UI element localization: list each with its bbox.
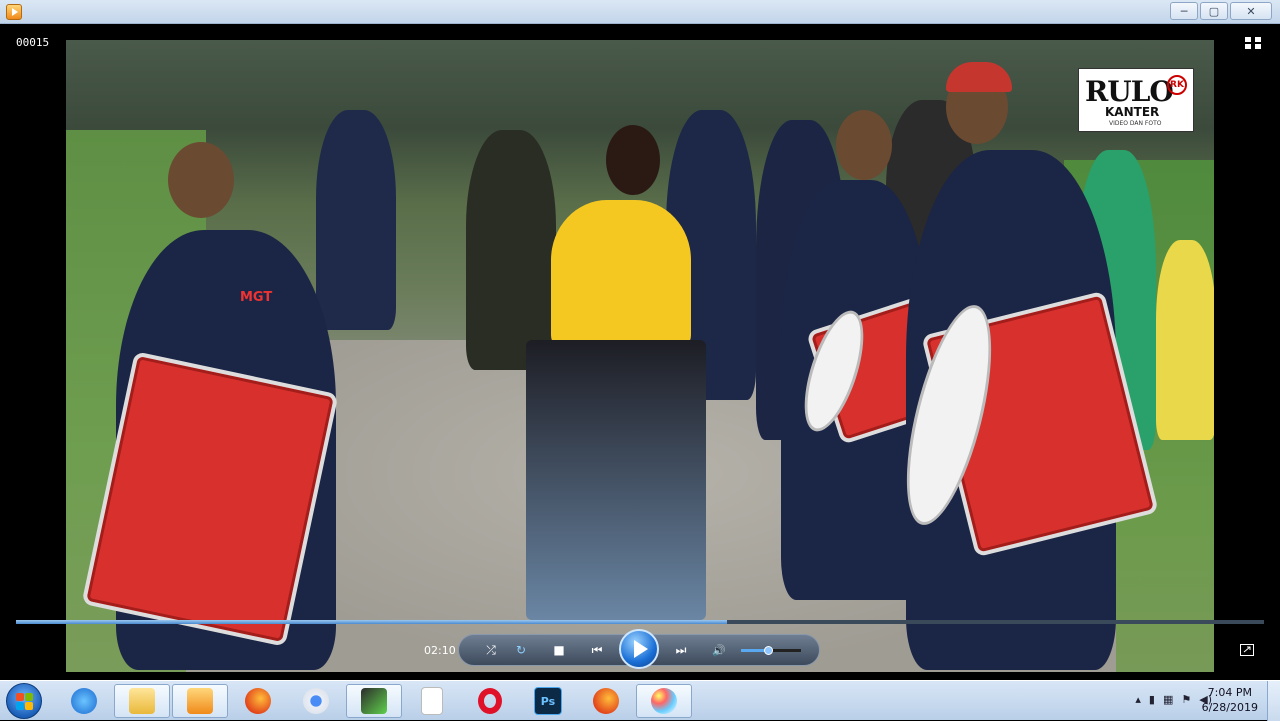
window-controls: ─ ▢ ✕ xyxy=(1170,2,1272,20)
dancer-head xyxy=(606,125,660,195)
show-desktop-button[interactable] xyxy=(1267,681,1280,721)
crowd-figure xyxy=(316,110,396,330)
paint-icon xyxy=(651,688,677,714)
document-icon xyxy=(421,687,443,715)
seek-bar-progress xyxy=(16,620,728,624)
taskbar-chrome[interactable] xyxy=(288,684,344,718)
taskbar-file-explorer[interactable] xyxy=(114,684,170,718)
shirt-logo-text: MGT xyxy=(240,290,273,305)
taskbar-clock[interactable]: 7:04 PM 6/28/2019 xyxy=(1202,685,1258,715)
red-cap xyxy=(946,62,1012,92)
taskbar-internet-explorer[interactable] xyxy=(56,684,112,718)
taskbar-firefox-2[interactable] xyxy=(578,684,634,718)
maximize-button[interactable]: ▢ xyxy=(1200,2,1228,20)
watermark-badge: RK xyxy=(1167,75,1187,95)
elapsed-time: 02:10 xyxy=(424,644,456,657)
repeat-button[interactable]: ↻ xyxy=(511,641,531,659)
frame-counter: 00015 xyxy=(16,36,50,49)
taskbar-firefox[interactable] xyxy=(230,684,286,718)
crowd-figure xyxy=(466,130,556,370)
watermark-sub-text: KANTER xyxy=(1105,105,1160,119)
start-button[interactable] xyxy=(6,683,42,719)
taskbar-paint[interactable] xyxy=(636,684,692,718)
playback-controls: ⤮ ↻ ■ ⏮ ⏭ 🔊 xyxy=(458,629,820,669)
camtasia-icon xyxy=(361,688,387,714)
dancer-legs xyxy=(526,340,706,620)
windows-logo-icon xyxy=(16,693,24,701)
clock-date: 6/28/2019 xyxy=(1201,701,1258,714)
taskbar-camtasia[interactable] xyxy=(346,684,402,718)
windows-logo-icon xyxy=(25,693,33,701)
shuffle-button[interactable]: ⤮ xyxy=(481,641,501,659)
stop-button[interactable]: ■ xyxy=(549,641,569,659)
taskbar-photoshop[interactable]: Ps xyxy=(520,684,576,718)
media-player-app-icon[interactable] xyxy=(6,4,22,20)
video-frame[interactable]: MGT RULO RK KANTER VIDEO DAN FOTO xyxy=(66,40,1214,672)
taskbar-document[interactable] xyxy=(404,684,460,718)
tray-network-icon[interactable]: ▦ xyxy=(1163,693,1173,706)
volume-slider[interactable] xyxy=(741,646,801,655)
volume-knob[interactable] xyxy=(764,646,773,655)
previous-button[interactable]: ⏮ xyxy=(587,641,607,659)
windows-logo-icon xyxy=(25,702,33,710)
seek-bar[interactable] xyxy=(16,620,1264,624)
tray-flag-icon[interactable]: ⚑ xyxy=(1181,693,1191,706)
tray-device-icon[interactable]: ▮ xyxy=(1149,693,1155,706)
mute-button[interactable]: 🔊 xyxy=(709,641,729,659)
switch-view-icon[interactable] xyxy=(1244,36,1262,50)
windows-logo-icon xyxy=(16,702,24,710)
window-titlebar: ─ ▢ ✕ xyxy=(0,0,1280,24)
firefox-icon xyxy=(245,688,271,714)
windows-taskbar: Ps ▴ ▮ ▦ ⚑ ◀) 7:04 PM 6/28/2019 xyxy=(0,680,1280,721)
photoshop-icon: Ps xyxy=(534,687,562,715)
media-player-icon xyxy=(187,688,213,714)
chrome-icon xyxy=(303,688,329,714)
child-figure xyxy=(1156,240,1214,440)
watermark-logo: RULO RK KANTER VIDEO DAN FOTO xyxy=(1078,68,1194,132)
drummer-head xyxy=(836,110,892,180)
show-hidden-icons-icon[interactable]: ▴ xyxy=(1135,693,1141,706)
taskbar-media-player[interactable] xyxy=(172,684,228,718)
internet-explorer-icon xyxy=(71,688,97,714)
firefox-icon xyxy=(593,688,619,714)
watermark-main-text: RULO xyxy=(1085,75,1174,108)
minimize-button[interactable]: ─ xyxy=(1170,2,1198,20)
watermark-tagline: VIDEO DAN FOTO xyxy=(1109,120,1162,127)
drummer-head xyxy=(168,142,234,218)
media-player: 00015 MGT RULO RK KANTER VIDEO DAN FOTO … xyxy=(8,24,1272,680)
clock-time: 7:04 PM xyxy=(1207,686,1252,699)
taskbar-opera[interactable] xyxy=(462,684,518,718)
opera-icon xyxy=(478,688,502,714)
next-button[interactable]: ⏭ xyxy=(671,641,691,659)
close-button[interactable]: ✕ xyxy=(1230,2,1272,20)
dancer-figure xyxy=(551,200,691,350)
play-button[interactable] xyxy=(619,629,659,669)
folder-icon xyxy=(129,688,155,714)
system-tray: ▴ ▮ ▦ ⚑ ◀) xyxy=(1135,693,1212,706)
switch-to-library-icon[interactable] xyxy=(1240,644,1254,656)
